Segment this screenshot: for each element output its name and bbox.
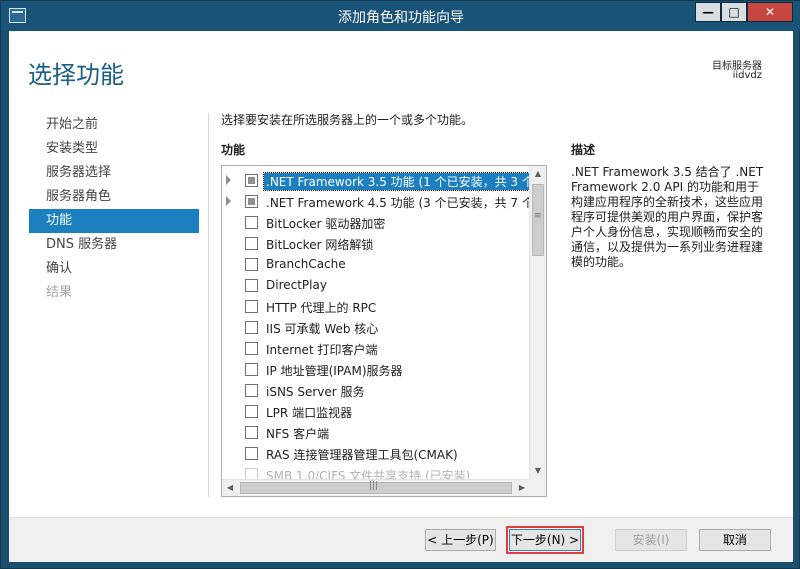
feature-item[interactable]: BranchCache	[222, 254, 530, 275]
feature-label: BitLocker 网络解锁	[266, 238, 374, 252]
install-button: 安装(I)	[615, 529, 687, 551]
feature-item[interactable]: IIS 可承载 Web 核心	[222, 317, 530, 338]
step-features[interactable]: 功能	[29, 209, 199, 233]
maximize-button[interactable]: □	[721, 2, 747, 22]
scroll-down-icon[interactable]: ▼	[530, 463, 546, 479]
feature-label: iSNS Server 服务	[266, 385, 365, 399]
feature-label: IIS 可承载 Web 核心	[266, 322, 379, 336]
feature-list: .NET Framework 3.5 功能 (1 个已安装，共 3 个) .NET…	[222, 166, 530, 479]
feature-description: .NET Framework 3.5 结合了 .NET Framework 2.…	[571, 165, 764, 269]
feature-label: Internet 打印客户端	[266, 343, 378, 357]
cancel-button[interactable]: 取消	[699, 529, 771, 551]
feature-checkbox[interactable]	[245, 216, 258, 229]
horizontal-scroll-thumb[interactable]	[240, 481, 512, 494]
step-server-selection[interactable]: 服务器选择	[29, 161, 199, 185]
features-header: 功能	[221, 143, 246, 157]
step-server-roles[interactable]: 服务器角色	[29, 185, 199, 209]
feature-checkbox[interactable]	[245, 195, 258, 208]
next-button[interactable]: 下一步(N) >	[506, 526, 584, 554]
title-bar: 添加角色和功能向导 — □ ✕	[1, 1, 800, 31]
feature-label: HTTP 代理上的 RPC	[266, 301, 377, 315]
feature-checkbox[interactable]	[245, 321, 258, 334]
feature-item[interactable]: HTTP 代理上的 RPC	[222, 296, 530, 317]
feature-label: BitLocker 驱动器加密	[266, 217, 386, 231]
feature-item[interactable]: BitLocker 网络解锁	[222, 233, 530, 254]
close-button[interactable]: ✕	[747, 2, 793, 22]
wizard-steps: 开始之前 安装类型 服务器选择 服务器角色 功能 DNS 服务器 确认 结果	[29, 113, 199, 305]
feature-checkbox[interactable]	[245, 468, 258, 479]
feature-item[interactable]: NFS 客户端	[222, 422, 530, 443]
window-title: 添加角色和功能向导	[338, 10, 464, 26]
scroll-left-icon[interactable]: ◀	[222, 480, 238, 496]
description-header: 描述	[571, 143, 596, 157]
feature-item[interactable]: LPR 端口监视器	[222, 401, 530, 422]
feature-checkbox[interactable]	[245, 279, 258, 292]
feature-label: .NET Framework 4.5 功能 (3 个已安装，共 7 个)	[266, 196, 530, 210]
horizontal-scrollbar[interactable]: ◀ ▶	[222, 479, 530, 496]
instruction-text: 选择要安装在所选服务器上的一个或多个功能。	[221, 113, 474, 127]
divider	[208, 113, 209, 497]
vertical-scrollbar[interactable]: ▲ ▼	[529, 166, 546, 479]
feature-item[interactable]: DirectPlay	[222, 275, 530, 296]
features-tree[interactable]: .NET Framework 3.5 功能 (1 个已安装，共 3 个) .NET…	[221, 165, 547, 497]
wizard-content: 选择功能 目标服务器 iidvdz 开始之前 安装类型 服务器选择 服务器角色 …	[9, 31, 793, 562]
expand-arrow-icon[interactable]	[226, 196, 231, 206]
scroll-thumb[interactable]	[532, 184, 544, 256]
feature-label: DirectPlay	[266, 278, 327, 292]
step-results: 结果	[46, 285, 73, 300]
feature-item[interactable]: BitLocker 驱动器加密	[222, 212, 530, 233]
feature-item[interactable]: iSNS Server 服务	[222, 380, 530, 401]
feature-checkbox[interactable]	[245, 426, 258, 439]
minimize-button[interactable]: —	[695, 2, 721, 22]
feature-checkbox[interactable]	[245, 363, 258, 376]
wizard-window: 添加角色和功能向导 — □ ✕ 选择功能 目标服务器 iidvdz 开始之前 安…	[0, 0, 800, 569]
feature-label: NFS 客户端	[266, 427, 330, 441]
page-title: 选择功能	[28, 61, 124, 89]
feature-checkbox[interactable]	[245, 237, 258, 250]
wizard-footer: < 上一步(P) 下一步(N) > 安装(I) 取消	[9, 517, 793, 562]
step-confirmation[interactable]: 确认	[29, 257, 199, 281]
feature-label: IP 地址管理(IPAM)服务器	[266, 364, 403, 378]
feature-checkbox[interactable]	[245, 447, 258, 460]
feature-checkbox[interactable]	[245, 384, 258, 397]
feature-checkbox[interactable]	[245, 405, 258, 418]
feature-item[interactable]: SMB 1.0/CIFS 文件共享支持 (已安装)	[222, 464, 530, 479]
feature-item[interactable]: Internet 打印客户端	[222, 338, 530, 359]
feature-item[interactable]: .NET Framework 4.5 功能 (3 个已安装，共 7 个)	[222, 191, 530, 212]
feature-checkbox[interactable]	[245, 300, 258, 313]
feature-checkbox[interactable]	[245, 174, 258, 187]
step-dns-server[interactable]: DNS 服务器	[29, 233, 199, 257]
target-server-name: iidvdz	[732, 70, 762, 81]
previous-button[interactable]: < 上一步(P)	[425, 529, 496, 551]
feature-item[interactable]: IP 地址管理(IPAM)服务器	[222, 359, 530, 380]
feature-label: RAS 连接管理器管理工具包(CMAK)	[266, 448, 458, 462]
step-installation-type[interactable]: 安装类型	[29, 137, 199, 161]
feature-label: .NET Framework 3.5 功能 (1 个已安装，共 3 个)	[263, 172, 530, 191]
scroll-up-icon[interactable]: ▲	[530, 166, 546, 182]
feature-label: LPR 端口监视器	[266, 406, 353, 420]
feature-item[interactable]: .NET Framework 3.5 功能 (1 个已安装，共 3 个)	[222, 170, 530, 191]
feature-checkbox[interactable]	[245, 342, 258, 355]
feature-label: SMB 1.0/CIFS 文件共享支持 (已安装)	[266, 469, 471, 479]
scroll-corner	[529, 479, 546, 496]
scroll-right-icon[interactable]: ▶	[514, 480, 530, 496]
feature-item[interactable]: RAS 连接管理器管理工具包(CMAK)	[222, 443, 530, 464]
feature-label: BranchCache	[266, 257, 346, 271]
step-before-you-begin[interactable]: 开始之前	[29, 113, 199, 137]
feature-checkbox[interactable]	[245, 258, 258, 271]
expand-arrow-icon[interactable]	[226, 175, 231, 185]
